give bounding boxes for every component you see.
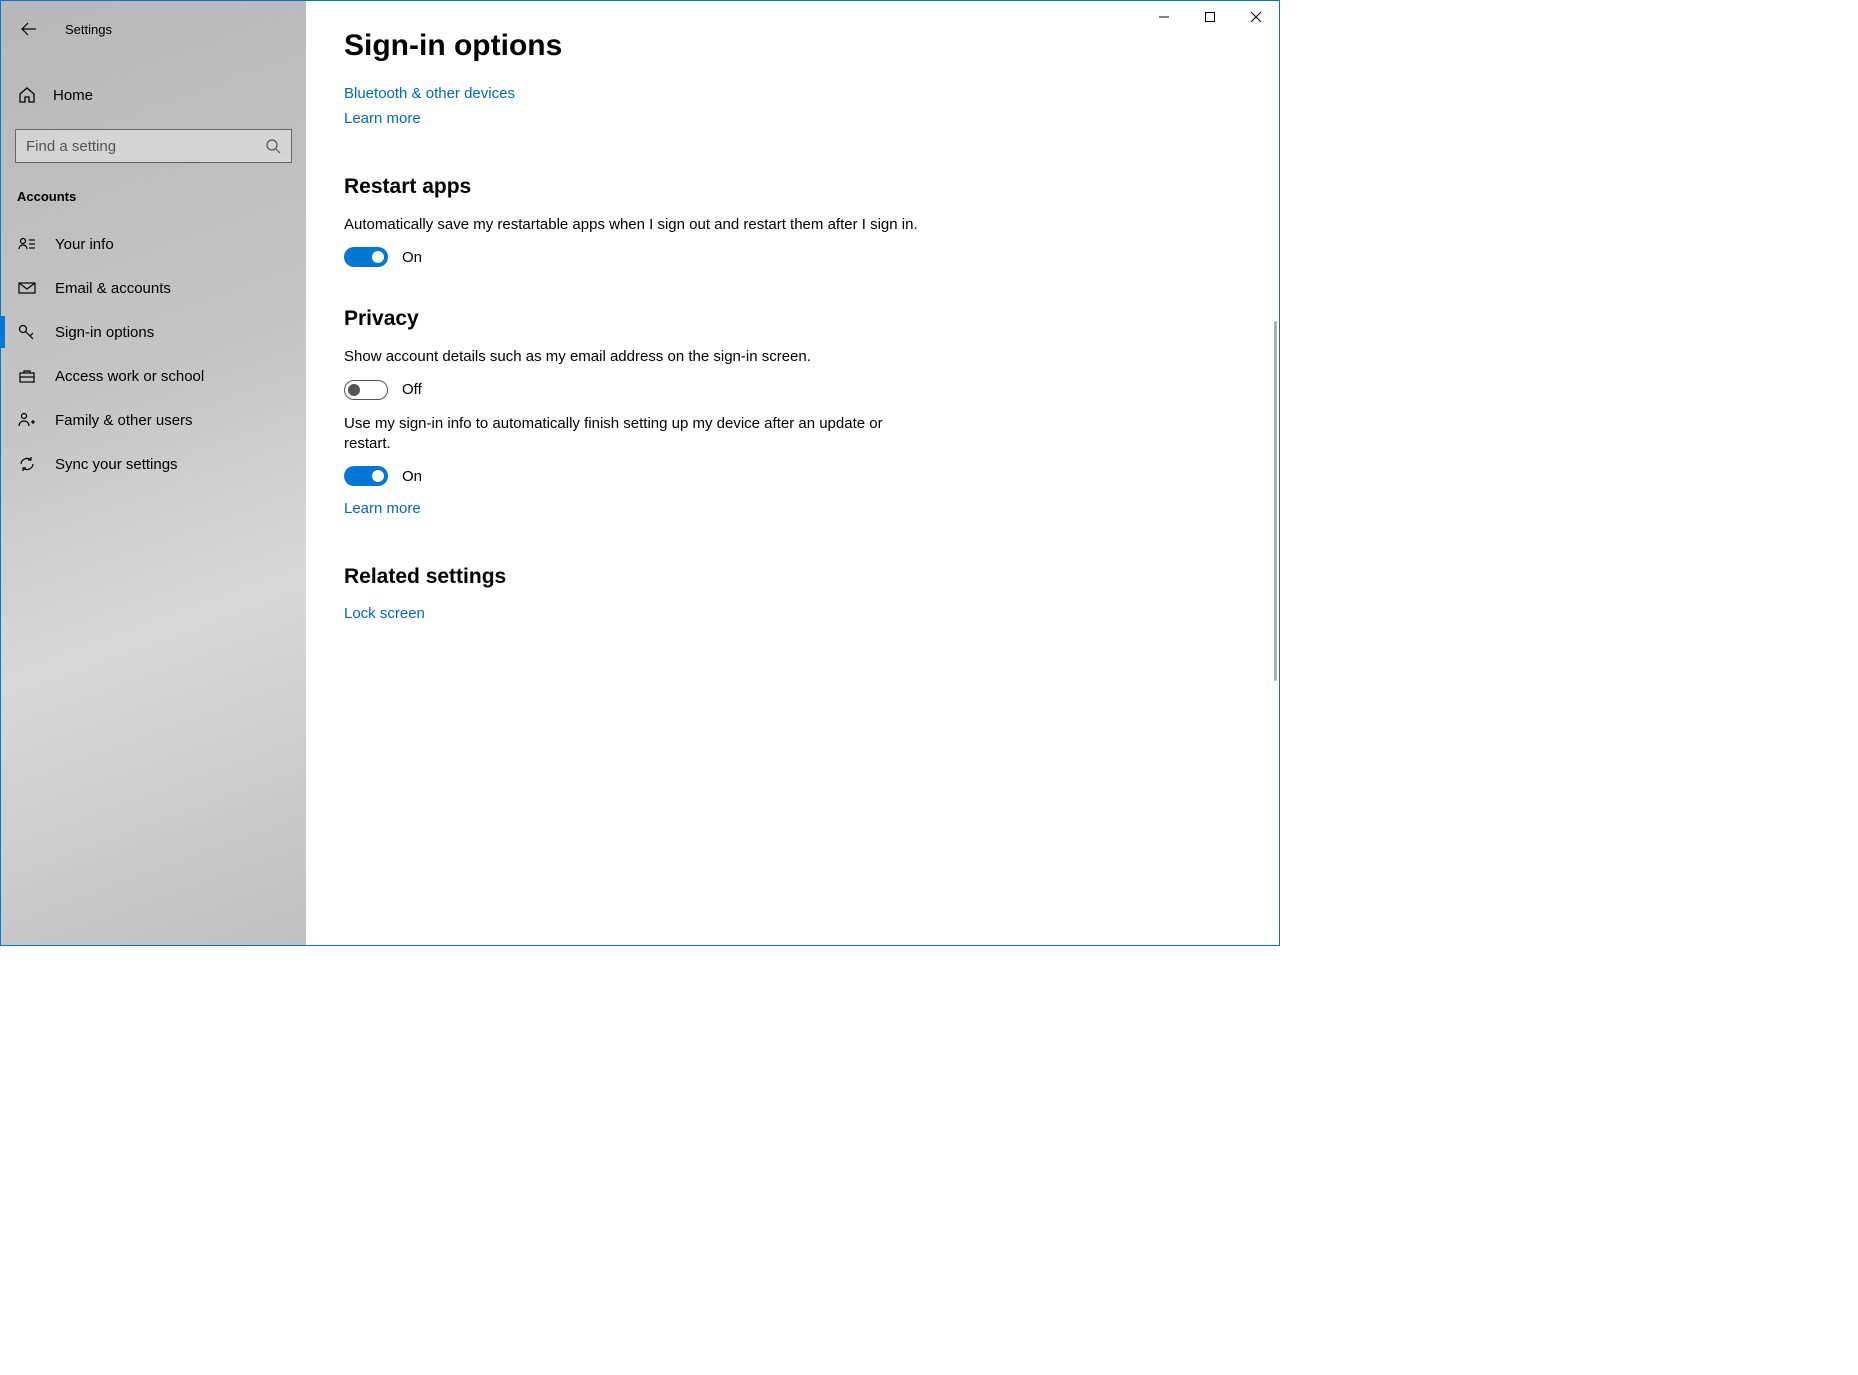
sidebar-item-label: Sign-in options <box>55 324 154 341</box>
search-box[interactable] <box>15 129 292 163</box>
close-button[interactable] <box>1233 1 1279 33</box>
sidebar-header: Settings <box>1 11 306 47</box>
nav-list: Your info Email & accounts <box>1 222 306 486</box>
window-title: Settings <box>65 22 112 37</box>
toggle-show-account[interactable] <box>344 380 388 400</box>
toggle-label-restart-apps: On <box>402 249 422 266</box>
heading-privacy: Privacy <box>344 307 1241 331</box>
maximize-button[interactable] <box>1187 1 1233 33</box>
main-area: Settings Home Accounts <box>1 1 1279 945</box>
sync-icon <box>17 454 37 474</box>
toggle-row-restart-apps: On <box>344 247 1241 267</box>
sidebar-item-your-info[interactable]: Your info <box>1 222 306 266</box>
sidebar-item-label: Your info <box>55 236 114 253</box>
page-title: Sign-in options <box>344 29 1241 63</box>
minimize-button[interactable] <box>1141 1 1187 33</box>
desc-restart-apps: Automatically save my restartable apps w… <box>344 215 924 235</box>
search-input[interactable] <box>26 138 265 155</box>
sidebar-item-access-work-school[interactable]: Access work or school <box>1 354 306 398</box>
back-button[interactable] <box>17 17 41 41</box>
sidebar: Settings Home Accounts <box>1 1 306 945</box>
sidebar-item-family-users[interactable]: Family & other users <box>1 398 306 442</box>
key-icon <box>17 322 37 342</box>
link-lock-screen[interactable]: Lock screen <box>344 605 425 622</box>
sidebar-item-email-accounts[interactable]: Email & accounts <box>1 266 306 310</box>
search-icon <box>265 138 281 154</box>
home-icon <box>17 85 37 105</box>
sidebar-item-label: Sync your settings <box>55 456 178 473</box>
toggle-use-signin[interactable] <box>344 466 388 486</box>
sidebar-item-label: Family & other users <box>55 412 193 429</box>
toggle-label-use-signin: On <box>402 468 422 485</box>
sidebar-item-label: Access work or school <box>55 368 204 385</box>
content-pane: Sign-in options Bluetooth & other device… <box>306 1 1279 945</box>
category-label: Accounts <box>1 183 306 222</box>
sidebar-item-sign-in-options[interactable]: Sign-in options <box>1 310 306 354</box>
desc-privacy-use-signin: Use my sign-in info to automatically fin… <box>344 414 924 455</box>
settings-window: Settings Home Accounts <box>0 0 1280 946</box>
toggle-restart-apps[interactable] <box>344 247 388 267</box>
briefcase-icon <box>17 366 37 386</box>
mail-icon <box>17 278 37 298</box>
heading-related-settings: Related settings <box>344 565 1241 589</box>
toggle-row-use-signin: On <box>344 466 1241 486</box>
home-label: Home <box>53 87 93 104</box>
sidebar-item-label: Email & accounts <box>55 280 171 297</box>
link-learn-more-privacy[interactable]: Learn more <box>344 500 421 517</box>
titlebar-buttons <box>1141 1 1279 33</box>
sidebar-item-sync-settings[interactable]: Sync your settings <box>1 442 306 486</box>
person-card-icon <box>17 234 37 254</box>
person-add-icon <box>17 410 37 430</box>
heading-restart-apps: Restart apps <box>344 175 1241 199</box>
toggle-row-show-account: Off <box>344 380 1241 400</box>
sidebar-home[interactable]: Home <box>1 75 306 115</box>
link-learn-more-top[interactable]: Learn more <box>344 110 421 127</box>
desc-privacy-show-account: Show account details such as my email ad… <box>344 347 924 367</box>
toggle-label-show-account: Off <box>402 381 422 398</box>
link-bluetooth-devices[interactable]: Bluetooth & other devices <box>344 85 515 102</box>
scrollbar[interactable] <box>1274 321 1277 681</box>
